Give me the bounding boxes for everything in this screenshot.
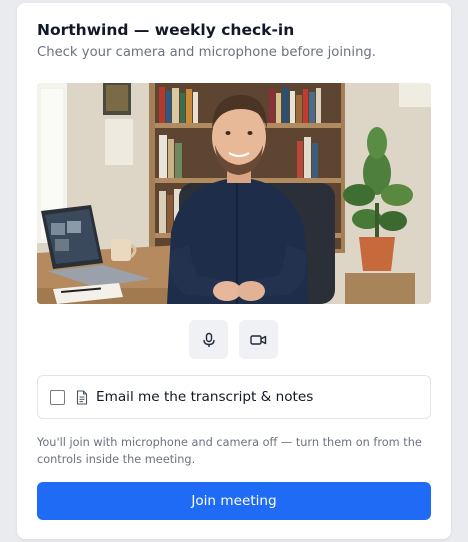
camera-button[interactable] [239,320,278,359]
email-transcript-checkbox[interactable] [50,389,65,405]
dialog-subtitle: Check your camera and microphone before … [37,45,376,60]
microphone-button[interactable] [189,320,228,359]
prejoin-dialog: Northwind — weekly check-in Check your c… [17,3,451,539]
join-meeting-button[interactable]: Join meeting [37,482,431,520]
video-camera-icon [250,334,267,345]
join-note: You'll join with microphone and camera o… [37,436,422,466]
email-transcript-label: Email me the transcript & notes [96,389,314,405]
microphone-icon [202,332,215,347]
email-transcript-option[interactable]: Email me the transcript & notes [37,375,431,419]
media-controls [189,320,278,359]
document-icon [76,389,88,405]
camera-preview [37,83,431,304]
dialog-title: Northwind — weekly check-in [37,21,295,39]
